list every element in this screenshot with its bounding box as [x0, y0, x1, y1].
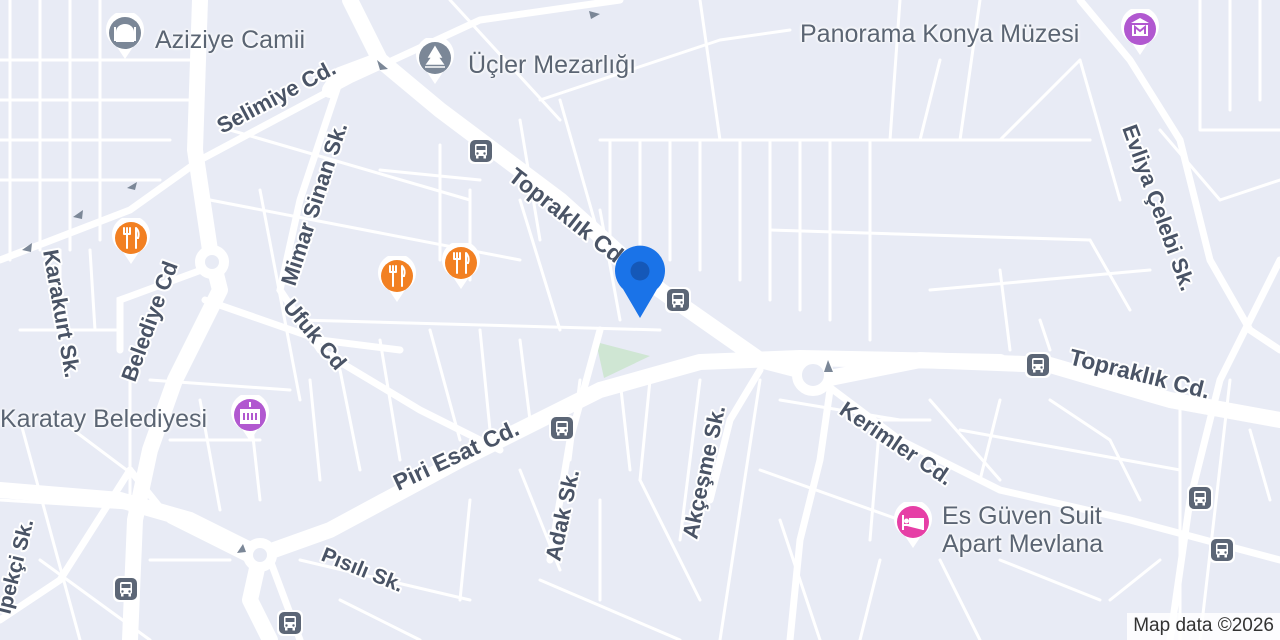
map-canvas[interactable]: Selimiye Cd. Mimar Sinan Sk. Topraklık C…	[0, 0, 1280, 640]
bus-stop-marker[interactable]	[468, 138, 494, 164]
bus-stop-icon	[468, 138, 494, 164]
restaurant-marker[interactable]	[441, 240, 481, 291]
restaurant-icon	[378, 253, 416, 302]
poi-ucler-mezarligi-marker[interactable]	[415, 35, 455, 86]
bus-stop-icon	[665, 287, 691, 313]
bus-stop-marker[interactable]	[1025, 352, 1051, 378]
bus-stop-marker[interactable]	[1187, 485, 1213, 511]
poi-label-es-guven-line1[interactable]: Es Güven Suit	[942, 502, 1102, 531]
poi-karatay-belediyesi-marker[interactable]	[230, 392, 270, 443]
restaurant-marker[interactable]	[111, 215, 151, 266]
bus-stop-icon	[1187, 485, 1213, 511]
poi-label-karatay-belediyesi[interactable]: Karatay Belediyesi	[0, 405, 207, 434]
bus-stop-marker[interactable]	[277, 610, 303, 636]
bus-stop-icon	[113, 576, 139, 602]
location-pin[interactable]	[613, 245, 667, 321]
poi-label-ucler-mezarligi[interactable]: Üçler Mezarlığı	[468, 51, 636, 80]
restaurant-icon	[442, 240, 480, 289]
bus-stop-icon	[1209, 537, 1235, 563]
civic-building-icon	[231, 392, 269, 441]
bus-stop-icon	[277, 610, 303, 636]
poi-es-guven-suit-marker[interactable]	[893, 499, 933, 550]
mosque-icon	[106, 10, 144, 59]
location-pin-icon	[615, 245, 665, 318]
poi-label-aziziye-camii[interactable]: Aziziye Camii	[155, 26, 305, 55]
bus-stop-marker[interactable]	[665, 287, 691, 313]
poi-label-es-guven-line2[interactable]: Apart Mevlana	[942, 530, 1103, 559]
museum-icon	[1121, 6, 1159, 56]
poi-panorama-konya-muzesi-marker[interactable]	[1120, 6, 1160, 57]
bus-stop-marker[interactable]	[113, 576, 139, 602]
poi-label-panorama-konya-muzesi[interactable]: Panorama Konya Müzesi	[800, 20, 1079, 49]
bus-stop-icon	[1025, 352, 1051, 378]
hotel-icon	[894, 499, 932, 548]
bus-stop-marker[interactable]	[549, 415, 575, 441]
map-attribution: Map data ©2026	[1127, 613, 1280, 640]
poi-aziziye-camii-marker[interactable]	[105, 10, 145, 61]
cemetery-icon	[416, 35, 454, 84]
bus-stop-marker[interactable]	[1209, 537, 1235, 563]
restaurant-icon	[112, 215, 150, 264]
restaurant-marker[interactable]	[377, 253, 417, 304]
bus-stop-icon	[549, 415, 575, 441]
